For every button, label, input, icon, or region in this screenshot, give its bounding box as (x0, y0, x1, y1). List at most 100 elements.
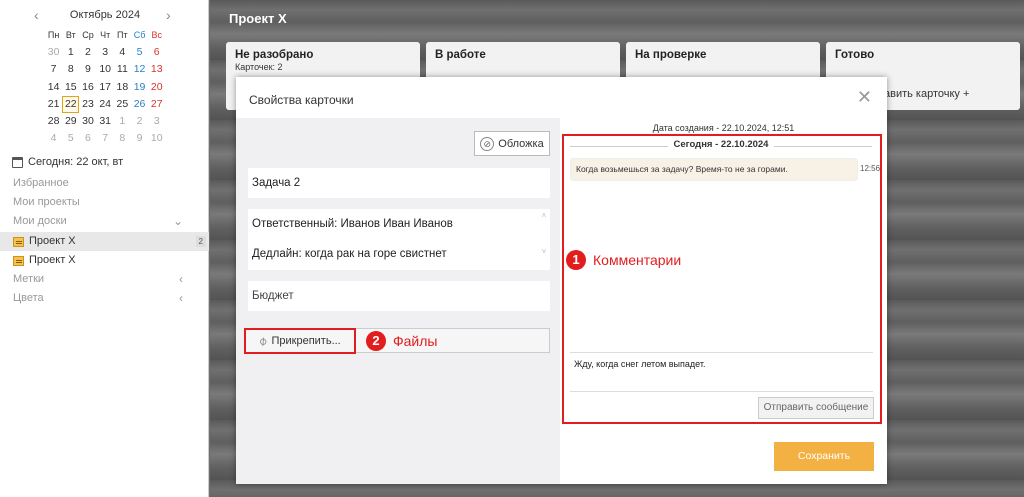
calendar-day[interactable]: 28 (45, 113, 62, 130)
calendar-grid: Пн Вт Ср Чт Пт Сб Вс 30 1 2 3 4 5 6 7 8 … (45, 27, 165, 147)
calendar-day[interactable]: 1 (114, 113, 131, 130)
send-message-button[interactable]: Отправить сообщение (758, 397, 874, 419)
sidebar-item-label: Цвета (13, 292, 44, 304)
calendar-day[interactable]: 27 (148, 96, 165, 113)
calendar-day[interactable]: 8 (62, 61, 79, 78)
chevron-down-icon: ⌄ (172, 214, 183, 228)
weekday-label: Пт (117, 30, 128, 40)
calendar-day[interactable]: 29 (62, 113, 79, 130)
board-icon (13, 255, 24, 266)
comment-input[interactable]: Жду, когда снег летом выпадет. (570, 352, 873, 392)
paperclip-icon: ⌀ (255, 333, 271, 349)
attach-file-button[interactable]: ⌀ Прикрепить... (244, 328, 356, 354)
calendar-day[interactable]: 26 (131, 96, 148, 113)
chevron-left-icon[interactable]: ‹ (34, 7, 39, 23)
calendar-week: 4 5 6 7 8 9 10 (45, 130, 165, 147)
calendar-day[interactable]: 19 (131, 79, 148, 96)
calendar-day[interactable]: 7 (97, 130, 114, 147)
calendar-day[interactable]: 16 (79, 79, 96, 96)
calendar-month-title: Октябрь 2024 (69, 9, 141, 21)
calendar-day[interactable]: 24 (97, 96, 114, 113)
paperclip-icon: ⊘ (480, 136, 495, 151)
calendar-day[interactable]: 1 (62, 44, 79, 61)
calendar-day[interactable]: 13 (148, 61, 165, 78)
calendar-day[interactable]: 2 (131, 113, 148, 130)
calendar-day[interactable]: 12 (131, 61, 148, 78)
sidebar-item-board[interactable]: Проект X 2 (0, 232, 209, 251)
sidebar-item-label: Мои доски (13, 215, 67, 227)
calendar-day[interactable]: 10 (148, 130, 165, 147)
close-icon[interactable]: ✕ (857, 87, 872, 108)
calendar-day[interactable]: 6 (79, 130, 96, 147)
calendar-day[interactable]: 11 (114, 61, 131, 78)
calendar-day-today[interactable]: 22 (62, 95, 80, 113)
sidebar-item-labels[interactable]: Метки ‹ (0, 270, 209, 289)
dialog-title: Свойства карточки (249, 93, 354, 107)
sidebar-item-board[interactable]: Проект X (0, 251, 209, 270)
calendar-day[interactable]: 20 (148, 79, 165, 96)
weekday-label: Пн (47, 30, 60, 40)
comments-annotation: 1 Комментарии (566, 250, 681, 270)
add-card-button[interactable]: авить карточку + (884, 88, 969, 100)
annotation-number: 2 (366, 331, 386, 351)
chevron-left-icon: ‹ (179, 272, 183, 286)
sidebar-item-colors[interactable]: Цвета ‹ (0, 289, 209, 308)
calendar-day[interactable]: 21 (45, 96, 62, 113)
today-label: Сегодня: 22 окт, вт (28, 156, 124, 168)
weekday-label: Чт (100, 30, 111, 40)
calendar-day[interactable]: 6 (148, 44, 165, 61)
calendar-day[interactable]: 25 (114, 96, 131, 113)
calendar-day[interactable]: 18 (114, 79, 131, 96)
comments-panel: Дата создания - 22.10.2024, 12:51 Сегодн… (560, 118, 887, 484)
sidebar-item-my-boards[interactable]: Мои доски ⌄ (0, 212, 209, 231)
calendar-day[interactable]: 23 (79, 96, 96, 113)
calendar-day[interactable]: 30 (79, 113, 96, 130)
calendar-day[interactable]: 3 (97, 44, 114, 61)
calendar-day[interactable]: 5 (62, 130, 79, 147)
comment-message: Когда возьмешься за задачу? Время-то не … (570, 158, 858, 181)
cover-button[interactable]: ⊘ Обложка (474, 131, 550, 156)
description-line: Ответственный: Иванов Иван Иванов (252, 218, 453, 230)
calendar-day[interactable]: 9 (131, 130, 148, 147)
card-name-field[interactable]: Задача 2 (248, 168, 550, 198)
weekday-label: Ср (82, 30, 94, 40)
calendar-day[interactable]: 31 (97, 113, 114, 130)
annotation-label: Файлы (393, 333, 438, 349)
calendar-week: 30 1 2 3 4 5 6 (45, 44, 165, 61)
calendar-day[interactable]: 9 (79, 61, 96, 78)
column-title: На проверке (635, 49, 707, 61)
scrollbar[interactable]: ˄ ˅ (540, 211, 548, 268)
calendar-icon (12, 156, 23, 168)
today-link[interactable]: Сегодня: 22 окт, вт (12, 156, 123, 168)
sidebar: ‹ Октябрь 2024 › Пн Вт Ср Чт Пт Сб Вс 30… (0, 0, 209, 497)
sidebar-item-label: Проект X (29, 235, 76, 247)
sidebar-item-label: Проект X (29, 254, 76, 266)
calendar-day[interactable]: 4 (45, 130, 62, 147)
calendar-day[interactable]: 7 (45, 61, 62, 78)
calendar-weekdays: Пн Вт Ср Чт Пт Сб Вс (45, 27, 165, 44)
sidebar-item-my-projects[interactable]: Мои проекты (0, 193, 209, 212)
save-button[interactable]: Сохранить (774, 442, 874, 471)
calendar-day[interactable]: 10 (97, 61, 114, 78)
column-title: Готово (835, 49, 875, 61)
chevron-right-icon[interactable]: › (166, 7, 171, 23)
calendar-day[interactable]: 3 (148, 113, 165, 130)
creation-date: Дата создания - 22.10.2024, 12:51 (652, 123, 795, 133)
calendar-day[interactable]: 14 (45, 79, 62, 96)
column-title: В работе (435, 49, 486, 61)
calendar-day[interactable]: 5 (131, 44, 148, 61)
card-description-field[interactable]: Ответственный: Иванов Иван Иванов Дедлай… (248, 209, 550, 270)
sidebar-item-favorites[interactable]: Избранное (0, 174, 209, 193)
budget-field[interactable]: Бюджет (248, 281, 550, 311)
card-properties-dialog: Свойства карточки ✕ ⊘ Обложка Задача 2 О… (236, 77, 887, 484)
chevron-left-icon: ‹ (179, 291, 183, 305)
calendar-day[interactable]: 4 (114, 44, 131, 61)
calendar-day[interactable]: 30 (45, 44, 62, 61)
calendar-day[interactable]: 15 (62, 79, 79, 96)
calendar-day[interactable]: 2 (79, 44, 96, 61)
column-title: Не разобрано (235, 49, 314, 61)
annotation-number: 1 (566, 250, 586, 270)
calendar-day[interactable]: 17 (97, 79, 114, 96)
calendar-day[interactable]: 8 (114, 130, 131, 147)
calendar-header: ‹ Октябрь 2024 › (0, 7, 209, 23)
